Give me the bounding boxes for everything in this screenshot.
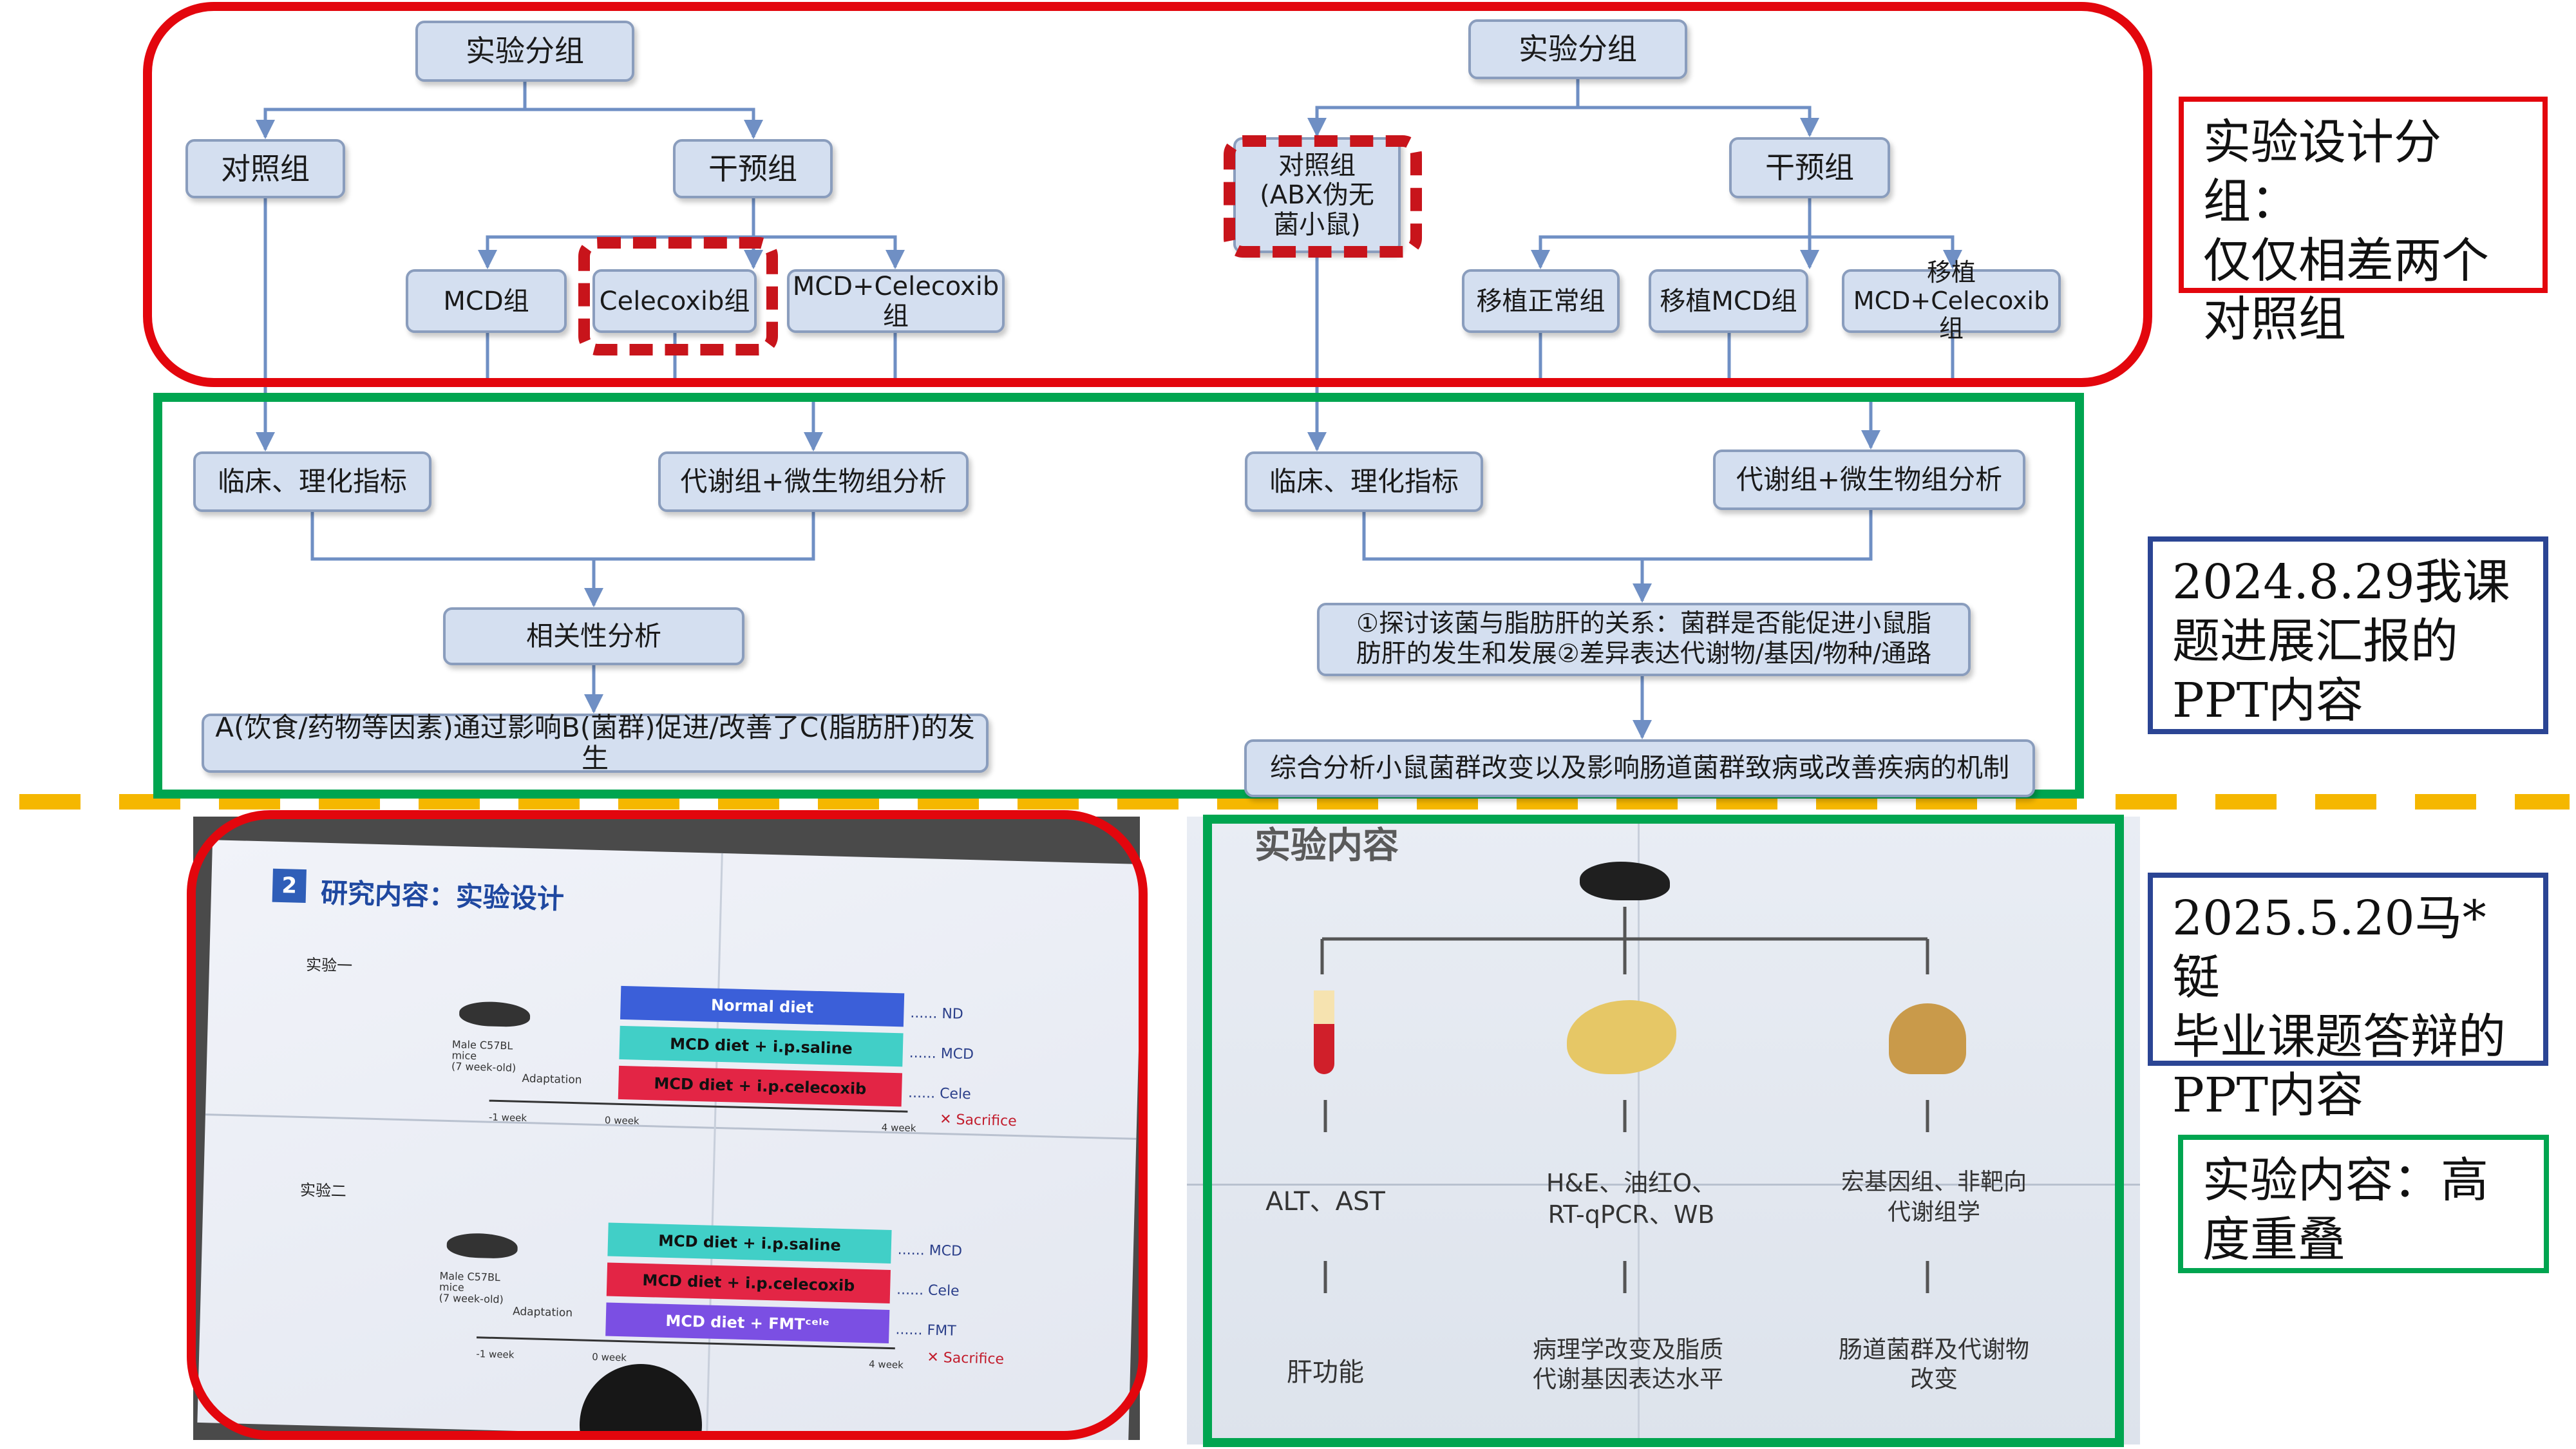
celecoxib-highlight (578, 237, 778, 355)
right-explore-box: ①探讨该菌与脂肪肝的关系：菌群是否能促进小鼠脂 肪肝的发生和发展②差异表达代谢物… (1317, 603, 1971, 676)
right-fmt-mcd-box: 移植MCD组 (1649, 269, 1808, 333)
left-mcd-box: MCD组 (406, 269, 567, 333)
left-intervention-box: 干预组 (673, 139, 833, 198)
abx-control-highlight (1224, 135, 1422, 258)
right-clinical-box: 临床、理化指标 (1245, 451, 1483, 512)
right-summary-box: 综合分析小鼠菌群改变以及影响肠道菌群致病或改善疾病的机制 (1244, 739, 2035, 797)
left-mcd-celecoxib-box: MCD+Celecoxib组 (787, 269, 1005, 333)
note-report-2024: 2024.8.29我课 题进展汇报的 PPT内容 (2148, 536, 2548, 734)
left-conclusion-box: A(饮食/药物等因素)通过影响B(菌群)促进/改善了C(脂肪肝)的发生 (202, 712, 989, 774)
left-clinical-box: 临床、理化指标 (193, 451, 431, 512)
left-correlation-box: 相关性分析 (443, 607, 744, 665)
left-metab-box: 代谢组+微生物组分析 (658, 451, 969, 512)
right-fmt-mcd-cele-box: 移植 MCD+Celecoxib组 (1842, 258, 2061, 343)
note-defense-2025: 2025.5.20马*铤 毕业课题答辩的 PPT内容 (2148, 873, 2548, 1123)
red-frame-photo (187, 810, 1148, 1440)
right-intervention-box: 干预组 (1729, 137, 1890, 198)
left-control-box: 对照组 (185, 139, 345, 198)
note-grouping: 实验设计分组： 仅仅相差两个 对照组 (2179, 97, 2548, 347)
left-root-box: 实验分组 (415, 21, 634, 82)
note-overlap: 实验内容：高 度重叠 (2178, 1135, 2549, 1273)
right-root-box: 实验分组 (1468, 19, 1687, 79)
green-frame-photo (1203, 815, 2124, 1447)
right-metab-box: 代谢组+微生物组分析 (1713, 450, 2025, 510)
right-fmt-normal-box: 移植正常组 (1462, 269, 1620, 333)
